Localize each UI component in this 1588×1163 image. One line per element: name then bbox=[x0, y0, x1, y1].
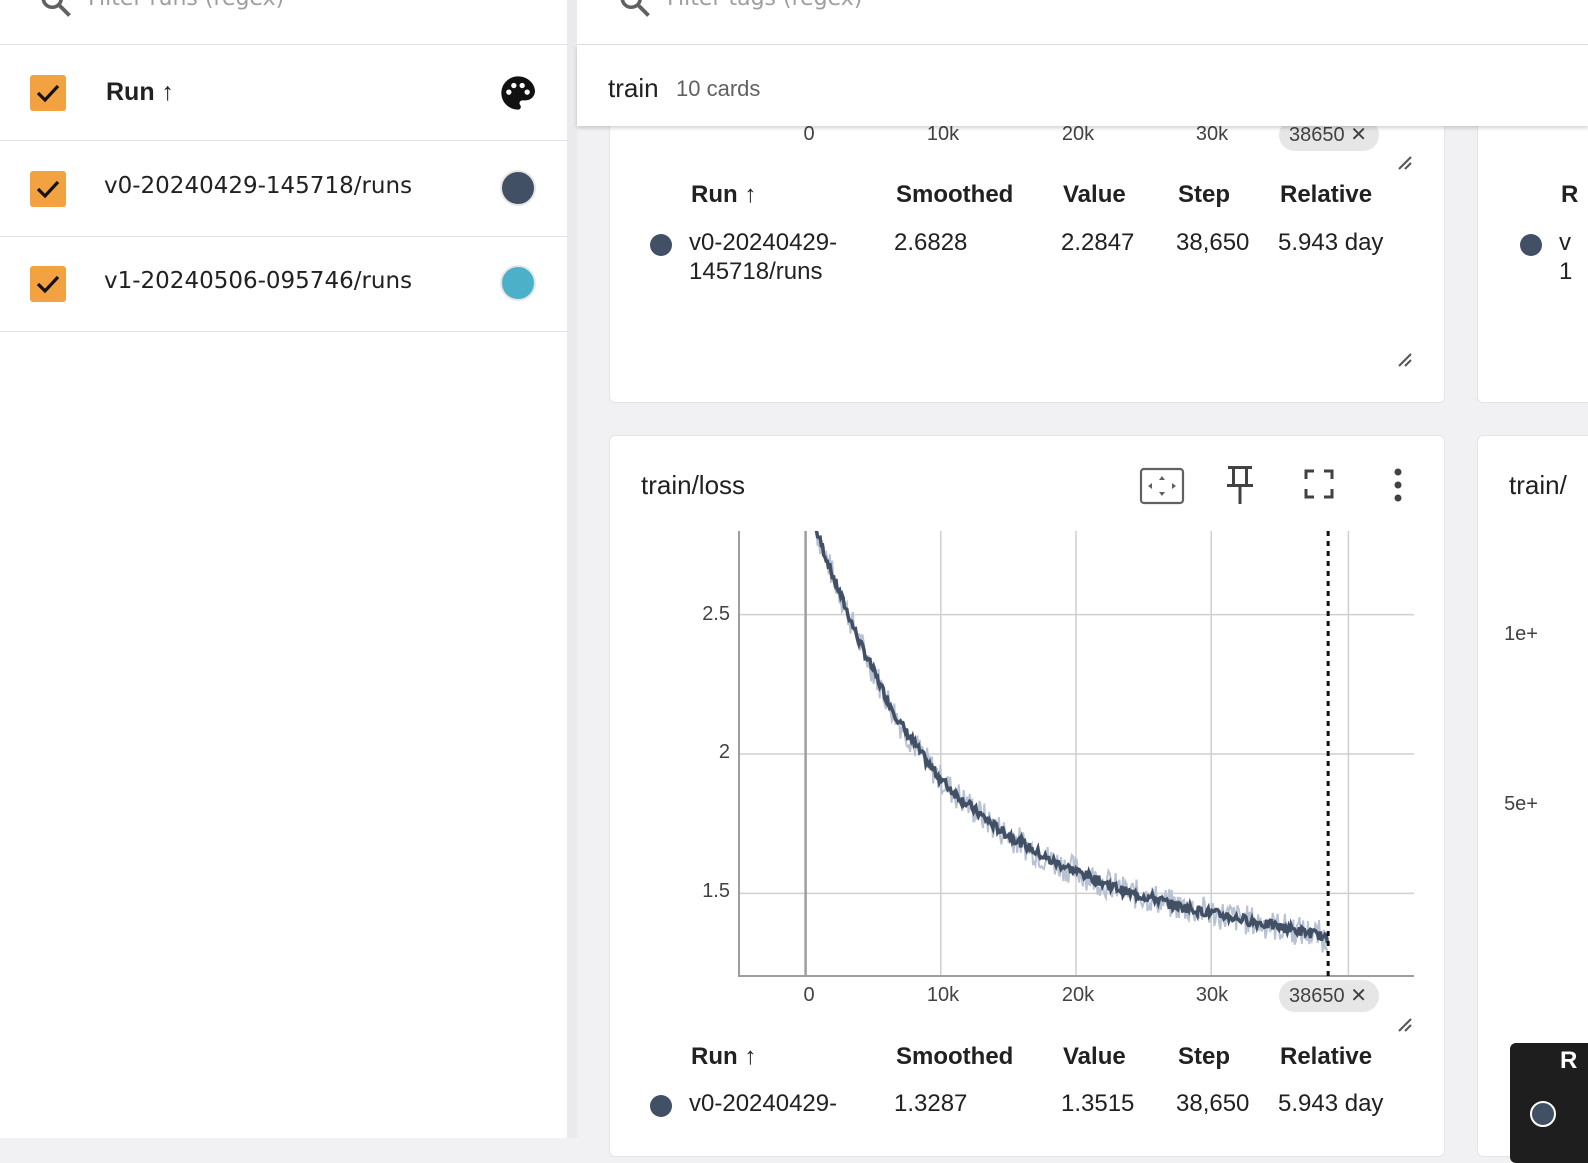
group-card-count: 10 cards bbox=[676, 76, 761, 101]
y-tick-label: 1e+ bbox=[1504, 623, 1538, 645]
cell-value: 2.2847 bbox=[1061, 229, 1135, 256]
tags-search-bar[interactable]: Filter tags (regex) bbox=[577, 0, 1588, 45]
col-value: Value bbox=[1063, 1043, 1126, 1070]
x-tick-label: 10k bbox=[926, 123, 960, 145]
fullscreen-icon[interactable] bbox=[1304, 469, 1334, 499]
step-chip-value: 38650 bbox=[1289, 124, 1345, 146]
col-step: Step bbox=[1178, 1043, 1231, 1070]
x-tick-label: 0 bbox=[803, 123, 815, 145]
scalar-card-right-bottom: train/ 1e+ 5e+ R bbox=[1477, 435, 1588, 1163]
raw-series-line bbox=[815, 531, 1329, 954]
run-row[interactable]: v0-20240429-145718/runs bbox=[0, 141, 567, 237]
col-smoothed: Smoothed bbox=[896, 1043, 1014, 1070]
pin-icon[interactable] bbox=[1224, 464, 1256, 506]
check-icon bbox=[36, 84, 60, 103]
y-tick-label: 5e+ bbox=[1504, 793, 1538, 815]
cell-value: 1.3515 bbox=[1061, 1090, 1135, 1117]
fit-domain-icon[interactable] bbox=[1139, 467, 1185, 505]
cell-run-fragment-line2: 1 bbox=[1559, 258, 1573, 285]
step-selector-chip[interactable]: 38650 ✕ bbox=[1279, 980, 1379, 1012]
main-content: Filter tags (regex) train 10 cards 0 10k… bbox=[577, 0, 1588, 1163]
col-step: Step bbox=[1178, 181, 1231, 208]
run-checkbox[interactable] bbox=[30, 266, 66, 302]
card-group-header[interactable]: train 10 cards bbox=[577, 45, 1588, 126]
loss-chart-plot[interactable] bbox=[738, 531, 1414, 977]
run-color-dot bbox=[650, 234, 672, 256]
select-all-checkbox[interactable] bbox=[30, 75, 66, 111]
close-icon[interactable]: ✕ bbox=[1350, 985, 1367, 1007]
col-run[interactable]: Run ↑ bbox=[691, 181, 756, 209]
run-name: v0-20240429-145718/runs bbox=[104, 173, 413, 199]
runs-table-header: Run ↑ bbox=[0, 45, 567, 141]
run-color-dot bbox=[1520, 234, 1542, 256]
x-tick-label: 20k bbox=[1061, 123, 1095, 145]
cell-smoothed: 2.6828 bbox=[894, 229, 968, 256]
card-title-fragment: train/ bbox=[1509, 470, 1567, 500]
cell-relative: 5.943 day bbox=[1278, 1090, 1384, 1117]
close-icon[interactable]: ✕ bbox=[1350, 124, 1367, 146]
palette-icon[interactable] bbox=[498, 73, 538, 113]
col-relative: Relative bbox=[1280, 1043, 1373, 1070]
col-smoothed: Smoothed bbox=[896, 181, 1014, 208]
run-column-header[interactable]: Run ↑ bbox=[106, 78, 174, 107]
cell-run: v0-20240429- 145718/runs bbox=[689, 228, 837, 286]
cell-step: 38,650 bbox=[1176, 229, 1250, 256]
run-name: v1-20240506-095746/runs bbox=[104, 268, 413, 294]
tooltip-header-fragment: R bbox=[1560, 1047, 1578, 1074]
y-tick-label: 2 bbox=[718, 741, 730, 763]
resize-handle-icon[interactable] bbox=[1397, 1017, 1413, 1033]
run-color-dot bbox=[1530, 1101, 1556, 1127]
run-checkbox[interactable] bbox=[30, 171, 66, 207]
cell-run: v0-20240429- bbox=[689, 1090, 838, 1117]
scalar-card-train-loss: train/loss 2.5 2 1.5 0 10k 20k 30k 38650… bbox=[609, 435, 1445, 1157]
runs-sidebar: Filter runs (regex) Run ↑ v0-20240429-14… bbox=[0, 0, 577, 1138]
search-icon bbox=[620, 0, 650, 17]
resize-handle-icon[interactable] bbox=[1397, 155, 1413, 171]
group-title: train bbox=[608, 73, 659, 103]
x-tick-label: 0 bbox=[803, 984, 815, 1006]
cell-run-fragment-line1: v bbox=[1559, 229, 1571, 256]
run-color-swatch[interactable] bbox=[500, 265, 536, 301]
tags-search-input[interactable]: Filter tags (regex) bbox=[667, 0, 862, 11]
resize-handle-icon[interactable] bbox=[1397, 352, 1413, 368]
cell-run-line2: 145718/runs bbox=[689, 258, 823, 285]
cell-run-fragment: v1 bbox=[1559, 228, 1572, 286]
col-run[interactable]: Run ↑ bbox=[691, 1043, 756, 1071]
cell-run-line1: v0-20240429- bbox=[689, 229, 838, 256]
runs-search-bar[interactable]: Filter runs (regex) bbox=[0, 0, 567, 45]
run-row[interactable]: v1-20240506-095746/runs bbox=[0, 236, 567, 332]
more-options-icon[interactable] bbox=[1388, 467, 1408, 503]
y-tick-label: 2.5 bbox=[702, 603, 730, 625]
x-tick-label: 20k bbox=[1061, 984, 1095, 1006]
col-relative: Relative bbox=[1280, 181, 1373, 208]
x-tick-label: 10k bbox=[926, 984, 960, 1006]
x-tick-label: 30k bbox=[1195, 123, 1229, 145]
run-color-dot bbox=[650, 1095, 672, 1117]
run-color-swatch[interactable] bbox=[500, 170, 536, 206]
col-value: Value bbox=[1063, 181, 1126, 208]
tooltip-panel: R bbox=[1510, 1043, 1588, 1163]
col-run-fragment: R bbox=[1561, 181, 1579, 208]
check-icon bbox=[36, 275, 60, 294]
smoothed-series-line bbox=[814, 531, 1330, 944]
cell-relative: 5.943 day bbox=[1278, 229, 1384, 256]
search-icon bbox=[41, 0, 71, 17]
cell-step: 38,650 bbox=[1176, 1090, 1250, 1117]
x-tick-label: 30k bbox=[1195, 984, 1229, 1006]
y-tick-label: 1.5 bbox=[702, 880, 730, 902]
step-chip-value: 38650 bbox=[1289, 985, 1345, 1007]
check-icon bbox=[36, 180, 60, 199]
card-title: train/loss bbox=[641, 470, 746, 500]
cell-smoothed: 1.3287 bbox=[894, 1090, 968, 1117]
runs-search-input[interactable]: Filter runs (regex) bbox=[88, 0, 284, 11]
